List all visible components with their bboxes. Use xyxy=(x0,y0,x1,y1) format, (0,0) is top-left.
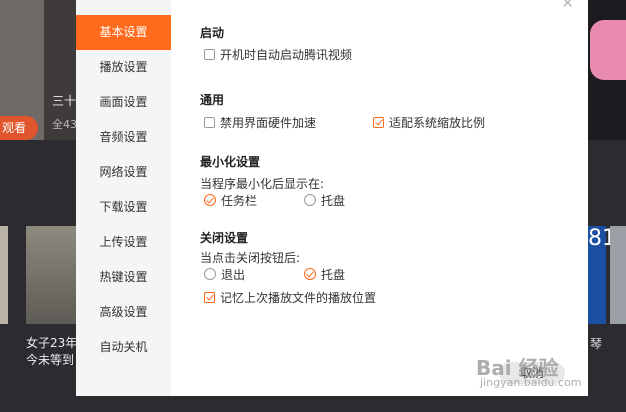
background-thumbnail xyxy=(0,226,8,324)
sidebar-item-audio[interactable]: 音频设置 xyxy=(76,120,171,155)
sidebar-item-basic[interactable]: 基本设置 xyxy=(76,15,171,50)
remember-position-checkbox[interactable]: 记忆上次播放文件的播放位置 xyxy=(204,289,376,305)
minimize-prompt: 当程序最小化后显示在: xyxy=(200,177,325,191)
disable-hw-accel-checkbox[interactable]: 禁用界面硬件加速 xyxy=(204,114,316,130)
radio-circle xyxy=(204,268,216,280)
sidebar-item-auto-shutdown[interactable]: 自动关机 xyxy=(76,330,171,365)
sidebar-item-download[interactable]: 下载设置 xyxy=(76,190,171,225)
radio-circle xyxy=(204,194,216,206)
autostart-checkbox[interactable]: 开机时自动启动腾讯视频 xyxy=(204,46,352,62)
settings-sidebar: 基本设置 播放设置 画面设置 音频设置 网络设置 下载设置 上传设置 热键设置 … xyxy=(76,0,171,396)
background-video-subtitle: 全43 xyxy=(52,118,77,131)
section-title-general: 通用 xyxy=(200,93,225,107)
close-prompt: 当点击关闭按钮后: xyxy=(200,251,301,265)
sidebar-item-picture[interactable]: 画面设置 xyxy=(76,85,171,120)
caption-line: 女子23年 xyxy=(26,336,78,350)
radio-label: 退出 xyxy=(221,267,246,282)
system-scaling-checkbox[interactable]: 适配系统缩放比例 xyxy=(373,114,485,130)
radio-label: 托盘 xyxy=(321,267,346,282)
close-tray-radio[interactable]: 托盘 xyxy=(304,266,345,282)
watermark-url: jingyan.baidu.com xyxy=(480,376,582,389)
checkbox-label: 记忆上次播放文件的播放位置 xyxy=(220,290,377,305)
checkbox-label: 禁用界面硬件加速 xyxy=(220,115,317,130)
checkbox-label: 开机时自动启动腾讯视频 xyxy=(220,47,353,62)
background-video-caption: 女子23年 今未等到 xyxy=(26,335,77,369)
sidebar-item-upload[interactable]: 上传设置 xyxy=(76,225,171,260)
background-watch-button[interactable]: 观看 xyxy=(0,116,38,140)
background-thumbnail[interactable] xyxy=(590,20,626,80)
checkbox-box xyxy=(204,116,215,128)
section-title-close: 关闭设置 xyxy=(200,231,249,245)
background-video-title: 三十 xyxy=(52,94,77,108)
section-title-startup: 启动 xyxy=(200,26,225,40)
sidebar-item-hotkeys[interactable]: 热键设置 xyxy=(76,260,171,295)
background-video-caption: 琴 xyxy=(590,337,603,351)
sidebar-item-playback[interactable]: 播放设置 xyxy=(76,50,171,85)
background-thumbnail xyxy=(610,226,626,324)
settings-dialog: ✕ 基本设置 播放设置 画面设置 音频设置 网络设置 下载设置 上传设置 热键设… xyxy=(76,0,588,396)
radio-label: 托盘 xyxy=(321,193,346,208)
close-exit-radio[interactable]: 退出 xyxy=(204,266,245,282)
background-thumbnail[interactable]: 81 xyxy=(588,226,616,324)
background-thumbnail[interactable] xyxy=(26,226,76,324)
checkbox-box xyxy=(373,116,384,128)
sidebar-item-advanced[interactable]: 高级设置 xyxy=(76,295,171,330)
radio-circle xyxy=(304,268,316,280)
radio-circle xyxy=(304,194,316,206)
minimize-taskbar-radio[interactable]: 任务栏 xyxy=(204,192,257,208)
radio-label: 任务栏 xyxy=(221,193,258,208)
section-title-minimize: 最小化设置 xyxy=(200,155,261,169)
checkbox-box xyxy=(204,291,215,303)
caption-line: 今未等到 xyxy=(26,353,75,367)
checkbox-label: 适配系统缩放比例 xyxy=(389,115,486,130)
minimize-tray-radio[interactable]: 托盘 xyxy=(304,192,345,208)
sidebar-item-network[interactable]: 网络设置 xyxy=(76,155,171,190)
settings-content: 启动 开机时自动启动腾讯视频 通用 禁用界面硬件加速 适配系统缩放比例 最小化设… xyxy=(171,0,588,396)
checkbox-box xyxy=(204,48,215,60)
